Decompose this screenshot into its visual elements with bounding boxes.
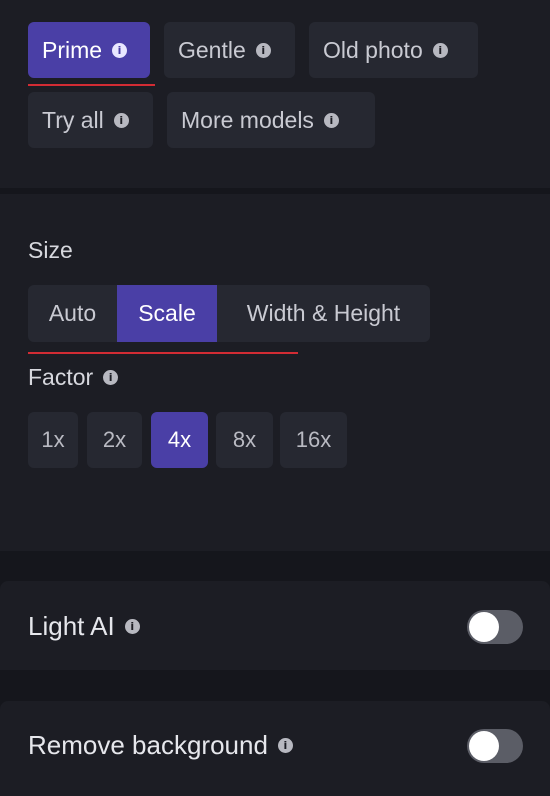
size-selected-underline bbox=[28, 352, 298, 354]
model-gentle-label: Gentle bbox=[178, 36, 246, 63]
factor-16x-button[interactable]: 16x bbox=[280, 412, 347, 468]
info-icon[interactable]: i bbox=[124, 619, 140, 634]
model-more-models-label: More models bbox=[181, 106, 314, 133]
toggle-knob bbox=[469, 731, 499, 761]
info-icon[interactable]: i bbox=[113, 112, 129, 128]
model-try-all-button[interactable]: Try all i bbox=[28, 92, 153, 148]
info-icon[interactable]: i bbox=[432, 42, 448, 58]
remove-background-label-group: Remove background i bbox=[28, 730, 293, 761]
light-ai-label-group: Light AI i bbox=[28, 611, 140, 642]
factor-title-label: Factor bbox=[28, 364, 94, 390]
size-option-scale[interactable]: Scale bbox=[117, 285, 217, 342]
factor-title: Factor i bbox=[28, 364, 119, 391]
remove-background-label: Remove background bbox=[28, 730, 268, 760]
model-selected-underline bbox=[28, 84, 155, 86]
model-gentle-button[interactable]: Gentle i bbox=[164, 22, 295, 78]
light-ai-toggle[interactable] bbox=[467, 610, 523, 644]
factor-2x-button[interactable]: 2x bbox=[87, 412, 142, 468]
model-prime-label: Prime bbox=[42, 36, 103, 63]
factor-4x-button[interactable]: 4x bbox=[151, 412, 208, 468]
size-title: Size bbox=[28, 237, 73, 263]
model-more-models-button[interactable]: More models i bbox=[167, 92, 375, 148]
light-ai-label: Light AI bbox=[28, 611, 115, 641]
info-icon[interactable]: i bbox=[323, 112, 339, 128]
remove-background-toggle[interactable] bbox=[467, 729, 523, 763]
info-icon[interactable]: i bbox=[103, 370, 119, 385]
models-panel: Prime i Gentle i Old photo i Try all i M… bbox=[0, 0, 550, 188]
info-icon[interactable]: i bbox=[255, 42, 271, 58]
info-icon[interactable]: i bbox=[277, 738, 293, 753]
model-prime-button[interactable]: Prime i bbox=[28, 22, 150, 78]
model-old-photo-label: Old photo bbox=[323, 36, 423, 63]
model-old-photo-button[interactable]: Old photo i bbox=[309, 22, 478, 78]
factor-8x-button[interactable]: 8x bbox=[216, 412, 273, 468]
info-icon[interactable]: i bbox=[112, 42, 128, 58]
model-try-all-label: Try all bbox=[42, 106, 104, 133]
size-mode-selector: Auto Scale Width & Height bbox=[28, 285, 430, 342]
toggle-knob bbox=[469, 612, 499, 642]
size-option-auto[interactable]: Auto bbox=[28, 285, 117, 342]
factor-1x-button[interactable]: 1x bbox=[28, 412, 78, 468]
size-option-width-height[interactable]: Width & Height bbox=[217, 285, 430, 342]
